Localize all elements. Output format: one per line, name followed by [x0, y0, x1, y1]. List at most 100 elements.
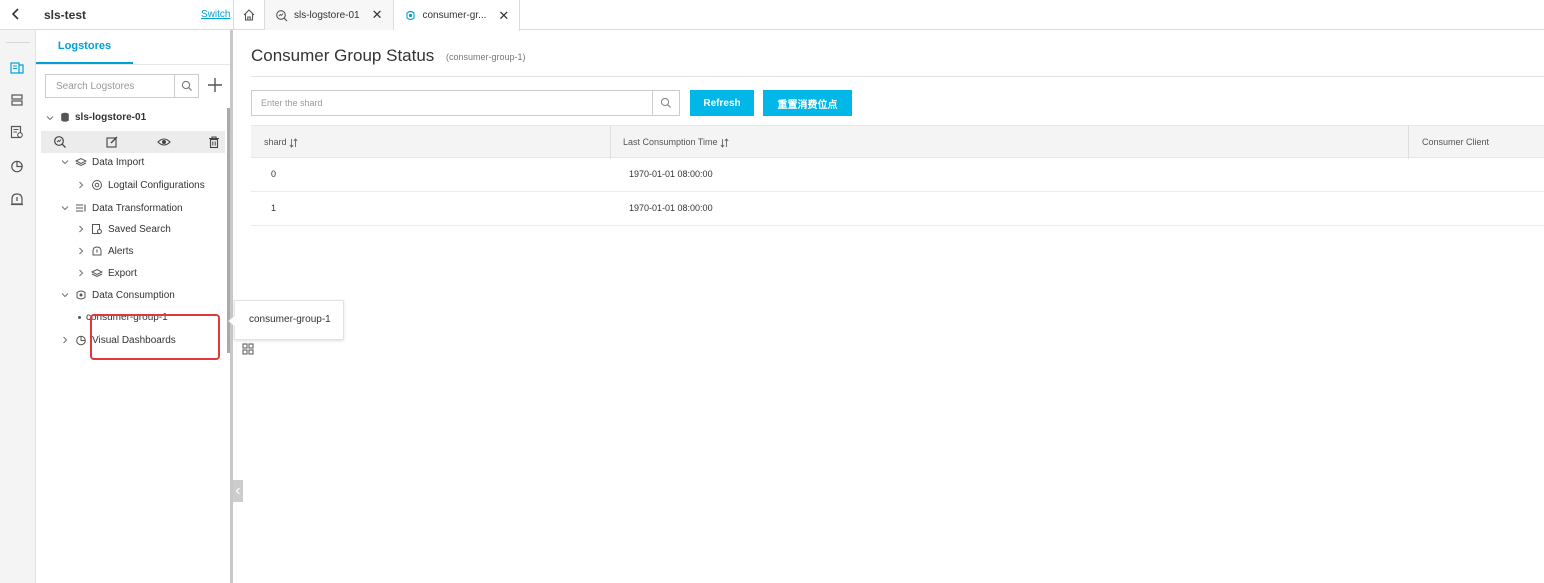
dashboard-icon	[76, 335, 86, 346]
logstore-panel: Logstores sls-logstore-01 Data Import Lo…	[36, 30, 254, 583]
tab-consumer-group[interactable]: consumer-gr... ✕	[393, 0, 521, 31]
logstore-icon[interactable]	[9, 60, 25, 76]
tree-saved-search[interactable]: Saved Search	[76, 223, 171, 235]
icon-rail	[0, 30, 36, 583]
chevron-right-icon	[63, 336, 68, 344]
tree-logtail-label: Logtail Configurations	[108, 179, 205, 191]
chevron-right-icon	[79, 269, 84, 277]
tab-logstores[interactable]: Logstores	[36, 30, 133, 64]
sort-icon[interactable]	[720, 137, 729, 148]
shard-search-button[interactable]	[652, 91, 679, 115]
search-icon	[181, 80, 192, 91]
project-name: sls-test	[44, 8, 87, 22]
shard-input[interactable]	[252, 91, 652, 115]
page-title: Consumer Group Status	[251, 46, 435, 65]
tree-alerts[interactable]: Alerts	[76, 245, 134, 257]
table-row: 1 1970-01-01 08:00:00	[251, 192, 1544, 226]
tab-bar: sls-logstore-01 ✕ consumer-gr... ✕	[233, 0, 521, 31]
cell-time: 1970-01-01 08:00:00	[629, 169, 713, 179]
transform-icon	[76, 204, 86, 212]
panel-tab-divider	[36, 64, 230, 65]
storage-icon[interactable]	[9, 92, 25, 108]
tree-data-transformation-label: Data Transformation	[92, 202, 183, 214]
close-icon[interactable]: ✕	[372, 7, 383, 23]
shard-search	[251, 90, 680, 116]
cell-time: 1970-01-01 08:00:00	[629, 203, 713, 213]
tree-logstore[interactable]: sls-logstore-01	[45, 112, 146, 123]
alert-icon	[92, 246, 102, 256]
tree-data-import-label: Data Import	[92, 156, 145, 168]
sort-icon[interactable]	[289, 137, 298, 148]
logstore-actions	[41, 131, 225, 153]
page-subtitle: (consumer-group-1)	[446, 52, 526, 62]
highlight-box	[90, 314, 220, 360]
consumer-icon	[405, 10, 415, 21]
table-header: shard Last Consumption Time Consumer Cli…	[251, 125, 1544, 159]
tab-consumer-group-label: consumer-gr...	[422, 10, 487, 21]
logstore-search-input[interactable]	[46, 75, 174, 97]
chevron-left-icon	[235, 487, 240, 495]
consumer-table: shard Last Consumption Time Consumer Cli…	[251, 125, 1544, 226]
column-divider[interactable]	[610, 126, 611, 159]
home-icon	[243, 9, 255, 21]
chevron-down-icon	[61, 293, 69, 298]
chevron-right-icon	[79, 181, 84, 189]
column-header-time-label: Last Consumption Time	[623, 137, 718, 147]
tree-saved-search-label: Saved Search	[108, 223, 171, 235]
grid-icon[interactable]	[242, 343, 254, 355]
cell-shard: 0	[271, 169, 277, 179]
top-bar: sls-test Switch sls-logstore-01 ✕ consum…	[0, 0, 1544, 31]
back-arrow-icon[interactable]	[8, 6, 24, 22]
logstore-search	[45, 74, 199, 98]
column-header-time[interactable]: Last Consumption Time	[623, 126, 729, 159]
tree-data-consumption-label: Data Consumption	[92, 289, 175, 301]
rail-divider	[6, 42, 30, 43]
switch-link[interactable]: Switch	[201, 9, 230, 20]
trash-icon[interactable]	[207, 135, 221, 149]
tree-data-import[interactable]: Data Import	[60, 156, 144, 168]
dashboard-icon[interactable]	[9, 158, 25, 174]
database-icon	[61, 112, 69, 122]
search-icon	[660, 97, 671, 108]
home-tab[interactable]	[233, 0, 265, 30]
refresh-button[interactable]: Refresh	[690, 90, 754, 116]
reset-offset-button[interactable]: 重置消费位点	[763, 90, 852, 116]
title-divider	[251, 76, 1544, 77]
cell-shard: 1	[271, 203, 277, 213]
consumer-icon	[76, 290, 86, 300]
tree-export-label: Export	[108, 267, 137, 279]
table-row: 0 1970-01-01 08:00:00	[251, 158, 1544, 192]
collapse-handle[interactable]	[233, 480, 243, 502]
search-button[interactable]	[174, 75, 198, 97]
tree-logtail-configurations[interactable]: Logtail Configurations	[76, 179, 205, 191]
add-logstore-icon[interactable]	[206, 76, 224, 94]
logstore-name: sls-logstore-01	[75, 112, 147, 123]
chevron-down-icon	[61, 206, 69, 211]
tab-logstore-label: sls-logstore-01	[294, 9, 360, 21]
settings-icon	[92, 180, 102, 190]
chevron-down-icon	[61, 160, 69, 165]
close-icon[interactable]: ✕	[498, 8, 509, 24]
tooltip: consumer-group-1	[228, 300, 344, 340]
saved-search-icon[interactable]	[9, 124, 25, 140]
bullet-icon	[78, 316, 81, 319]
alert-icon[interactable]	[9, 191, 25, 207]
edit-icon[interactable]	[105, 135, 119, 149]
chevron-down-icon	[46, 115, 54, 120]
tab-logstore[interactable]: sls-logstore-01 ✕	[265, 0, 394, 30]
tree-data-consumption[interactable]: Data Consumption	[60, 289, 175, 301]
chevron-right-icon	[79, 247, 84, 255]
tree-export[interactable]: Export	[76, 267, 137, 279]
saved-search-icon	[92, 224, 102, 234]
tree-data-transformation[interactable]: Data Transformation	[60, 202, 183, 214]
column-header-client[interactable]: Consumer Client	[1422, 126, 1489, 159]
search-chart-icon[interactable]	[53, 135, 67, 149]
column-header-shard-label: shard	[264, 137, 287, 147]
tree-alerts-label: Alerts	[108, 245, 134, 257]
export-icon	[91, 268, 103, 278]
column-divider[interactable]	[1408, 126, 1409, 159]
eye-icon[interactable]	[157, 135, 171, 149]
chevron-right-icon	[79, 225, 84, 233]
column-header-shard[interactable]: shard	[264, 126, 298, 159]
search-chart-icon	[276, 9, 288, 21]
